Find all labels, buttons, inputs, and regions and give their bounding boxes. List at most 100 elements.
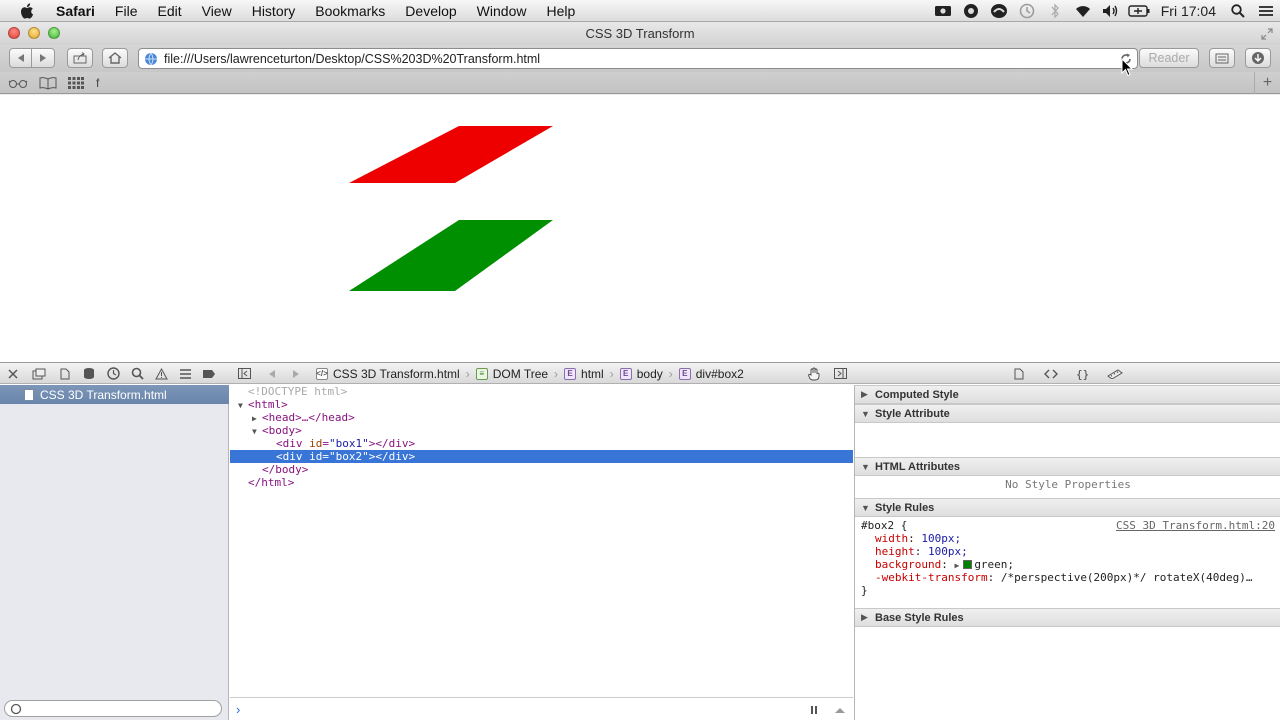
menu-bookmarks[interactable]: Bookmarks bbox=[305, 3, 395, 19]
section-style-rules[interactable]: ▼ Style Rules bbox=[855, 498, 1280, 517]
console-prompt[interactable]: › bbox=[230, 697, 853, 720]
rule-source-link[interactable]: CSS 3D Transform.html:20 bbox=[1116, 519, 1275, 532]
toggle-details-sidebar-icon[interactable] bbox=[832, 366, 848, 381]
volume-icon[interactable] bbox=[1097, 0, 1125, 22]
breadcrumb-div-box2[interactable]: E div#box2 bbox=[678, 367, 744, 381]
disclosure-triangle-icon[interactable]: ▶ bbox=[954, 561, 959, 570]
breadcrumb-file[interactable]: </> CSS 3D Transform.html › bbox=[316, 367, 470, 381]
new-tab-button[interactable]: + bbox=[1254, 72, 1280, 94]
apple-icon[interactable] bbox=[18, 2, 36, 20]
menu-view[interactable]: View bbox=[192, 3, 242, 19]
top-sites-grid-icon[interactable] bbox=[68, 72, 84, 94]
downloads-button[interactable] bbox=[1245, 48, 1271, 68]
breadcrumb-body[interactable]: E body › bbox=[619, 367, 673, 381]
breakpoint-icon[interactable] bbox=[201, 366, 217, 381]
spotlight-icon[interactable] bbox=[1224, 0, 1252, 22]
dom-body-node[interactable]: ▼ <body> bbox=[230, 424, 853, 437]
div2-tag: <div bbox=[276, 450, 303, 463]
section-style-attribute[interactable]: ▼ Style Attribute bbox=[855, 404, 1280, 423]
div1-tag: <div bbox=[276, 437, 303, 450]
dom-head-node[interactable]: ▶ <head>…</head> bbox=[230, 411, 853, 424]
undock-icon[interactable] bbox=[31, 366, 47, 381]
log-list-icon[interactable] bbox=[177, 366, 193, 381]
search-icon[interactable] bbox=[129, 366, 145, 381]
storage-icon[interactable] bbox=[81, 366, 97, 381]
bookmark-item[interactable]: f bbox=[96, 72, 99, 94]
body-open-tag: <body> bbox=[262, 424, 302, 437]
reader-button[interactable]: Reader bbox=[1139, 48, 1199, 68]
select-element-hand-icon[interactable] bbox=[806, 366, 822, 381]
back-button[interactable] bbox=[9, 48, 32, 68]
prop-height[interactable]: height: 100px; bbox=[855, 545, 1280, 558]
close-inspector-icon[interactable] bbox=[5, 366, 21, 381]
section-base-style-rules[interactable]: ▶ Base Style Rules bbox=[855, 608, 1280, 627]
dom-doctype[interactable]: <!DOCTYPE html> bbox=[230, 385, 853, 398]
clock[interactable]: Fri 17:04 bbox=[1153, 3, 1224, 19]
prop-background[interactable]: background: ▶ green; bbox=[855, 558, 1280, 571]
menu-help[interactable]: Help bbox=[536, 3, 585, 19]
node-details-icon[interactable] bbox=[1011, 366, 1027, 381]
color-swatch-green[interactable] bbox=[963, 560, 973, 569]
resources-icon[interactable] bbox=[57, 366, 73, 381]
bookmarks-bar: f + bbox=[0, 72, 1280, 94]
bluetooth-icon[interactable] bbox=[1041, 0, 1069, 22]
forward-button[interactable] bbox=[32, 48, 55, 68]
section-html-attributes[interactable]: ▼ HTML Attributes bbox=[855, 457, 1280, 476]
dom-div-box2-node-selected[interactable]: <div id="box2"></div> bbox=[230, 450, 853, 463]
battery-icon[interactable] bbox=[1125, 0, 1153, 22]
share-button[interactable] bbox=[67, 48, 93, 68]
menu-file[interactable]: File bbox=[105, 3, 148, 19]
expanded-triangle-icon: ▼ bbox=[861, 408, 870, 419]
box1-red-parallelogram bbox=[349, 126, 553, 183]
metrics-ruler-icon[interactable] bbox=[1107, 366, 1123, 381]
div1-close: ></div> bbox=[368, 437, 416, 450]
history-forward-icon[interactable] bbox=[288, 366, 304, 381]
wifi-icon[interactable] bbox=[1069, 0, 1097, 22]
window-title: CSS 3D Transform bbox=[585, 26, 695, 41]
history-back-icon[interactable] bbox=[264, 366, 280, 381]
code-brackets-icon[interactable] bbox=[1043, 366, 1059, 381]
prop-webkit-transform[interactable]: -webkit-transform: /*perspective(200px)*… bbox=[855, 571, 1280, 584]
reading-list-glasses-icon[interactable] bbox=[8, 72, 28, 94]
prop-value: 100px; bbox=[928, 545, 968, 558]
timeline-icon[interactable] bbox=[105, 366, 121, 381]
home-button[interactable] bbox=[102, 48, 128, 68]
menu-window[interactable]: Window bbox=[467, 3, 537, 19]
camera-icon[interactable] bbox=[929, 0, 957, 22]
css-braces-icon[interactable]: {} bbox=[1075, 366, 1091, 381]
breadcrumb-dom-tree[interactable]: ≡ DOM Tree › bbox=[475, 367, 558, 381]
dom-div-box1-node[interactable]: <div id="box1"></div> bbox=[230, 437, 853, 450]
prop-name: width bbox=[875, 532, 909, 545]
sidebar-filter-input[interactable] bbox=[4, 700, 222, 717]
notification-center-icon[interactable] bbox=[1252, 0, 1280, 22]
reading-list-button[interactable] bbox=[1209, 48, 1235, 68]
time-machine-icon[interactable] bbox=[1013, 0, 1041, 22]
zoom-window-button[interactable] bbox=[48, 27, 60, 39]
pause-icon[interactable] bbox=[808, 704, 820, 716]
breadcrumb-html[interactable]: E html › bbox=[564, 367, 614, 381]
issues-warning-icon[interactable] bbox=[153, 366, 169, 381]
minimize-window-button[interactable] bbox=[28, 27, 40, 39]
dom-html-close[interactable]: </html> bbox=[230, 476, 853, 489]
dom-tree-icon: ≡ bbox=[475, 367, 488, 380]
fullscreen-icon[interactable] bbox=[1260, 27, 1274, 41]
menu-safari[interactable]: Safari bbox=[46, 3, 105, 19]
bookmarks-book-icon[interactable] bbox=[38, 72, 58, 94]
menu-edit[interactable]: Edit bbox=[147, 3, 191, 19]
dom-body-close[interactable]: </body> bbox=[230, 463, 853, 476]
menu-history[interactable]: History bbox=[242, 3, 306, 19]
prop-width[interactable]: width: 100px; bbox=[855, 532, 1280, 545]
dom-html-node[interactable]: ▼ <html> bbox=[230, 398, 853, 411]
close-window-button[interactable] bbox=[8, 27, 20, 39]
url-text[interactable]: file:///Users/lawrenceturton/Desktop/CSS… bbox=[164, 52, 540, 66]
sidebar-item-document[interactable]: CSS 3D Transform.html bbox=[0, 385, 229, 404]
address-bar[interactable]: file:///Users/lawrenceturton/Desktop/CSS… bbox=[138, 48, 1138, 69]
section-computed-style[interactable]: ▶ Computed Style bbox=[855, 385, 1280, 404]
rule-selector[interactable]: #box2 {CSS 3D Transform.html:20 bbox=[855, 519, 1280, 532]
swirl-icon[interactable] bbox=[985, 0, 1013, 22]
toggle-sidebar-icon[interactable] bbox=[236, 366, 252, 381]
circle-status-icon[interactable] bbox=[957, 0, 985, 22]
menu-develop[interactable]: Develop bbox=[395, 3, 466, 19]
element-icon: E bbox=[619, 367, 632, 380]
scroll-up-icon[interactable] bbox=[834, 704, 846, 716]
